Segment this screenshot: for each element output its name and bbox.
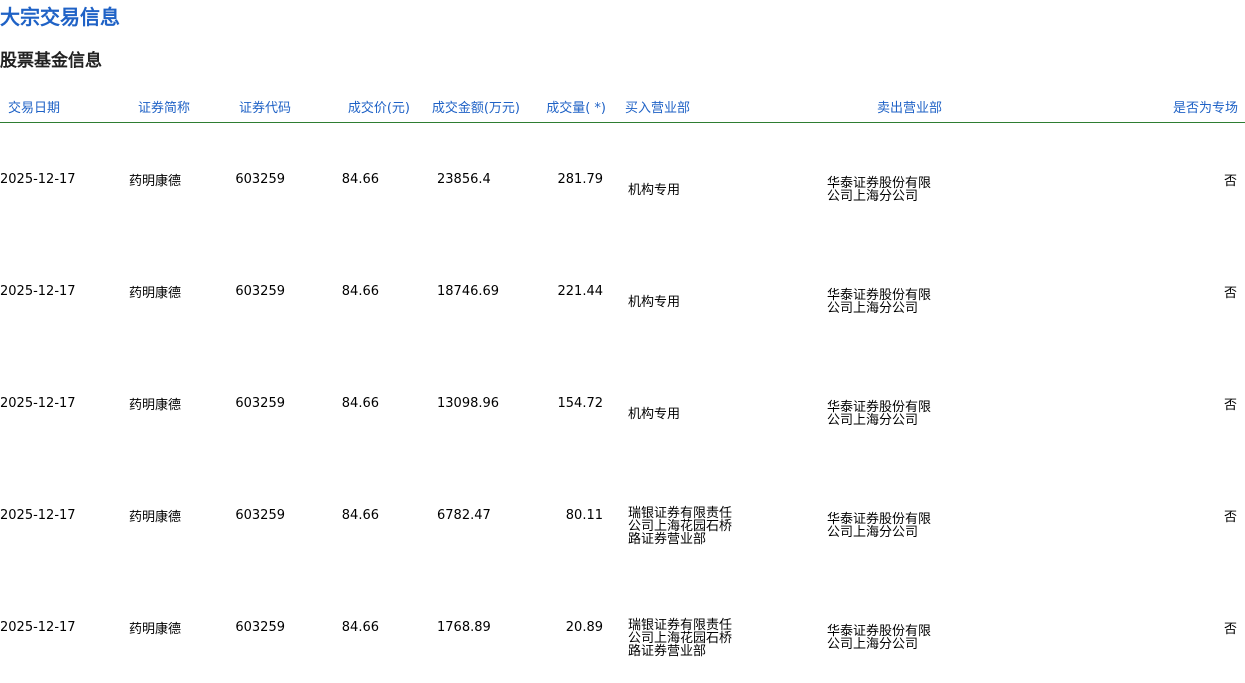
table-row: 2025-12-17 药明康德 603259 84.66 18746.69 22… xyxy=(0,235,1245,347)
cell-amount: 18746.69 xyxy=(417,235,527,347)
seller-branch-text: 华泰证券股份有限公司上海分公司 xyxy=(827,513,935,539)
cell-security-name: 药明康德 xyxy=(96,123,197,236)
cell-security-code: 603259 xyxy=(197,235,298,347)
cell-amount: 6782.47 xyxy=(417,459,527,571)
cell-volume: 20.89 xyxy=(527,571,613,683)
cell-volume: 80.11 xyxy=(527,459,613,571)
cell-special-session: 否 xyxy=(1013,123,1245,236)
buyer-branch-text: 瑞银证券有限责任公司上海花园石桥路证券营业部 xyxy=(628,619,736,658)
cell-seller-branch: 华泰证券股份有限公司上海分公司 xyxy=(813,459,1013,571)
cell-price: 84.66 xyxy=(298,459,417,571)
cell-volume: 154.72 xyxy=(527,347,613,459)
seller-branch-text: 华泰证券股份有限公司上海分公司 xyxy=(827,177,935,203)
seller-branch-text: 华泰证券股份有限公司上海分公司 xyxy=(827,625,935,651)
header-seller-branch[interactable]: 卖出营业部 xyxy=(813,90,1013,123)
cell-amount: 23856.4 xyxy=(417,123,527,236)
cell-seller-branch: 华泰证券股份有限公司上海分公司 xyxy=(813,123,1013,236)
header-price[interactable]: 成交价(元) xyxy=(298,90,417,123)
section-title: 股票基金信息 xyxy=(0,49,102,73)
header-special-session[interactable]: 是否为专场 xyxy=(1013,90,1245,123)
header-buyer-branch[interactable]: 买入营业部 xyxy=(613,90,813,123)
header-row: 交易日期 证券简称 证券代码 成交价(元) 成交金额(万元) 成交量( *) 买… xyxy=(0,90,1245,123)
cell-buyer-branch: 机构专用 xyxy=(613,123,813,236)
table-row: 2025-12-17 药明康德 603259 84.66 1768.89 20.… xyxy=(0,571,1245,683)
cell-trade-date: 2025-12-17 xyxy=(0,459,96,571)
cell-buyer-branch: 瑞银证券有限责任公司上海花园石桥路证券营业部 xyxy=(613,571,813,683)
cell-security-name: 药明康德 xyxy=(96,235,197,347)
buyer-branch-text: 机构专用 xyxy=(628,184,736,197)
cell-buyer-branch: 机构专用 xyxy=(613,347,813,459)
buyer-branch-text: 机构专用 xyxy=(628,408,736,421)
cell-price: 84.66 xyxy=(298,235,417,347)
cell-special-session: 否 xyxy=(1013,459,1245,571)
header-volume[interactable]: 成交量( *) xyxy=(527,90,613,123)
table-row: 2025-12-17 药明康德 603259 84.66 6782.47 80.… xyxy=(0,459,1245,571)
cell-security-name: 药明康德 xyxy=(96,459,197,571)
cell-trade-date: 2025-12-17 xyxy=(0,571,96,683)
block-trade-table: 交易日期 证券简称 证券代码 成交价(元) 成交金额(万元) 成交量( *) 买… xyxy=(0,90,1245,683)
table-body: 2025-12-17 药明康德 603259 84.66 23856.4 281… xyxy=(0,123,1245,683)
buyer-branch-text: 机构专用 xyxy=(628,296,736,309)
buyer-branch-text: 瑞银证券有限责任公司上海花园石桥路证券营业部 xyxy=(628,507,736,546)
cell-amount: 1768.89 xyxy=(417,571,527,683)
cell-buyer-branch: 机构专用 xyxy=(613,235,813,347)
cell-security-code: 603259 xyxy=(197,347,298,459)
cell-price: 84.66 xyxy=(298,571,417,683)
cell-security-name: 药明康德 xyxy=(96,571,197,683)
header-security-name[interactable]: 证券简称 xyxy=(96,90,197,123)
table-header: 交易日期 证券简称 证券代码 成交价(元) 成交金额(万元) 成交量( *) 买… xyxy=(0,90,1245,123)
table-row: 2025-12-17 药明康德 603259 84.66 13098.96 15… xyxy=(0,347,1245,459)
cell-volume: 281.79 xyxy=(527,123,613,236)
cell-special-session: 否 xyxy=(1013,347,1245,459)
cell-buyer-branch: 瑞银证券有限责任公司上海花园石桥路证券营业部 xyxy=(613,459,813,571)
page-title: 大宗交易信息 xyxy=(0,4,120,30)
cell-special-session: 否 xyxy=(1013,571,1245,683)
cell-amount: 13098.96 xyxy=(417,347,527,459)
cell-security-code: 603259 xyxy=(197,571,298,683)
header-security-code[interactable]: 证券代码 xyxy=(197,90,298,123)
cell-seller-branch: 华泰证券股份有限公司上海分公司 xyxy=(813,347,1013,459)
seller-branch-text: 华泰证券股份有限公司上海分公司 xyxy=(827,289,935,315)
cell-special-session: 否 xyxy=(1013,235,1245,347)
seller-branch-text: 华泰证券股份有限公司上海分公司 xyxy=(827,401,935,427)
cell-trade-date: 2025-12-17 xyxy=(0,123,96,236)
table-row: 2025-12-17 药明康德 603259 84.66 23856.4 281… xyxy=(0,123,1245,236)
cell-security-code: 603259 xyxy=(197,459,298,571)
cell-price: 84.66 xyxy=(298,123,417,236)
cell-price: 84.66 xyxy=(298,347,417,459)
cell-volume: 221.44 xyxy=(527,235,613,347)
header-amount[interactable]: 成交金额(万元) xyxy=(417,90,527,123)
cell-seller-branch: 华泰证券股份有限公司上海分公司 xyxy=(813,235,1013,347)
cell-security-name: 药明康德 xyxy=(96,347,197,459)
cell-trade-date: 2025-12-17 xyxy=(0,347,96,459)
cell-seller-branch: 华泰证券股份有限公司上海分公司 xyxy=(813,571,1013,683)
cell-trade-date: 2025-12-17 xyxy=(0,235,96,347)
cell-security-code: 603259 xyxy=(197,123,298,236)
header-trade-date[interactable]: 交易日期 xyxy=(0,90,96,123)
